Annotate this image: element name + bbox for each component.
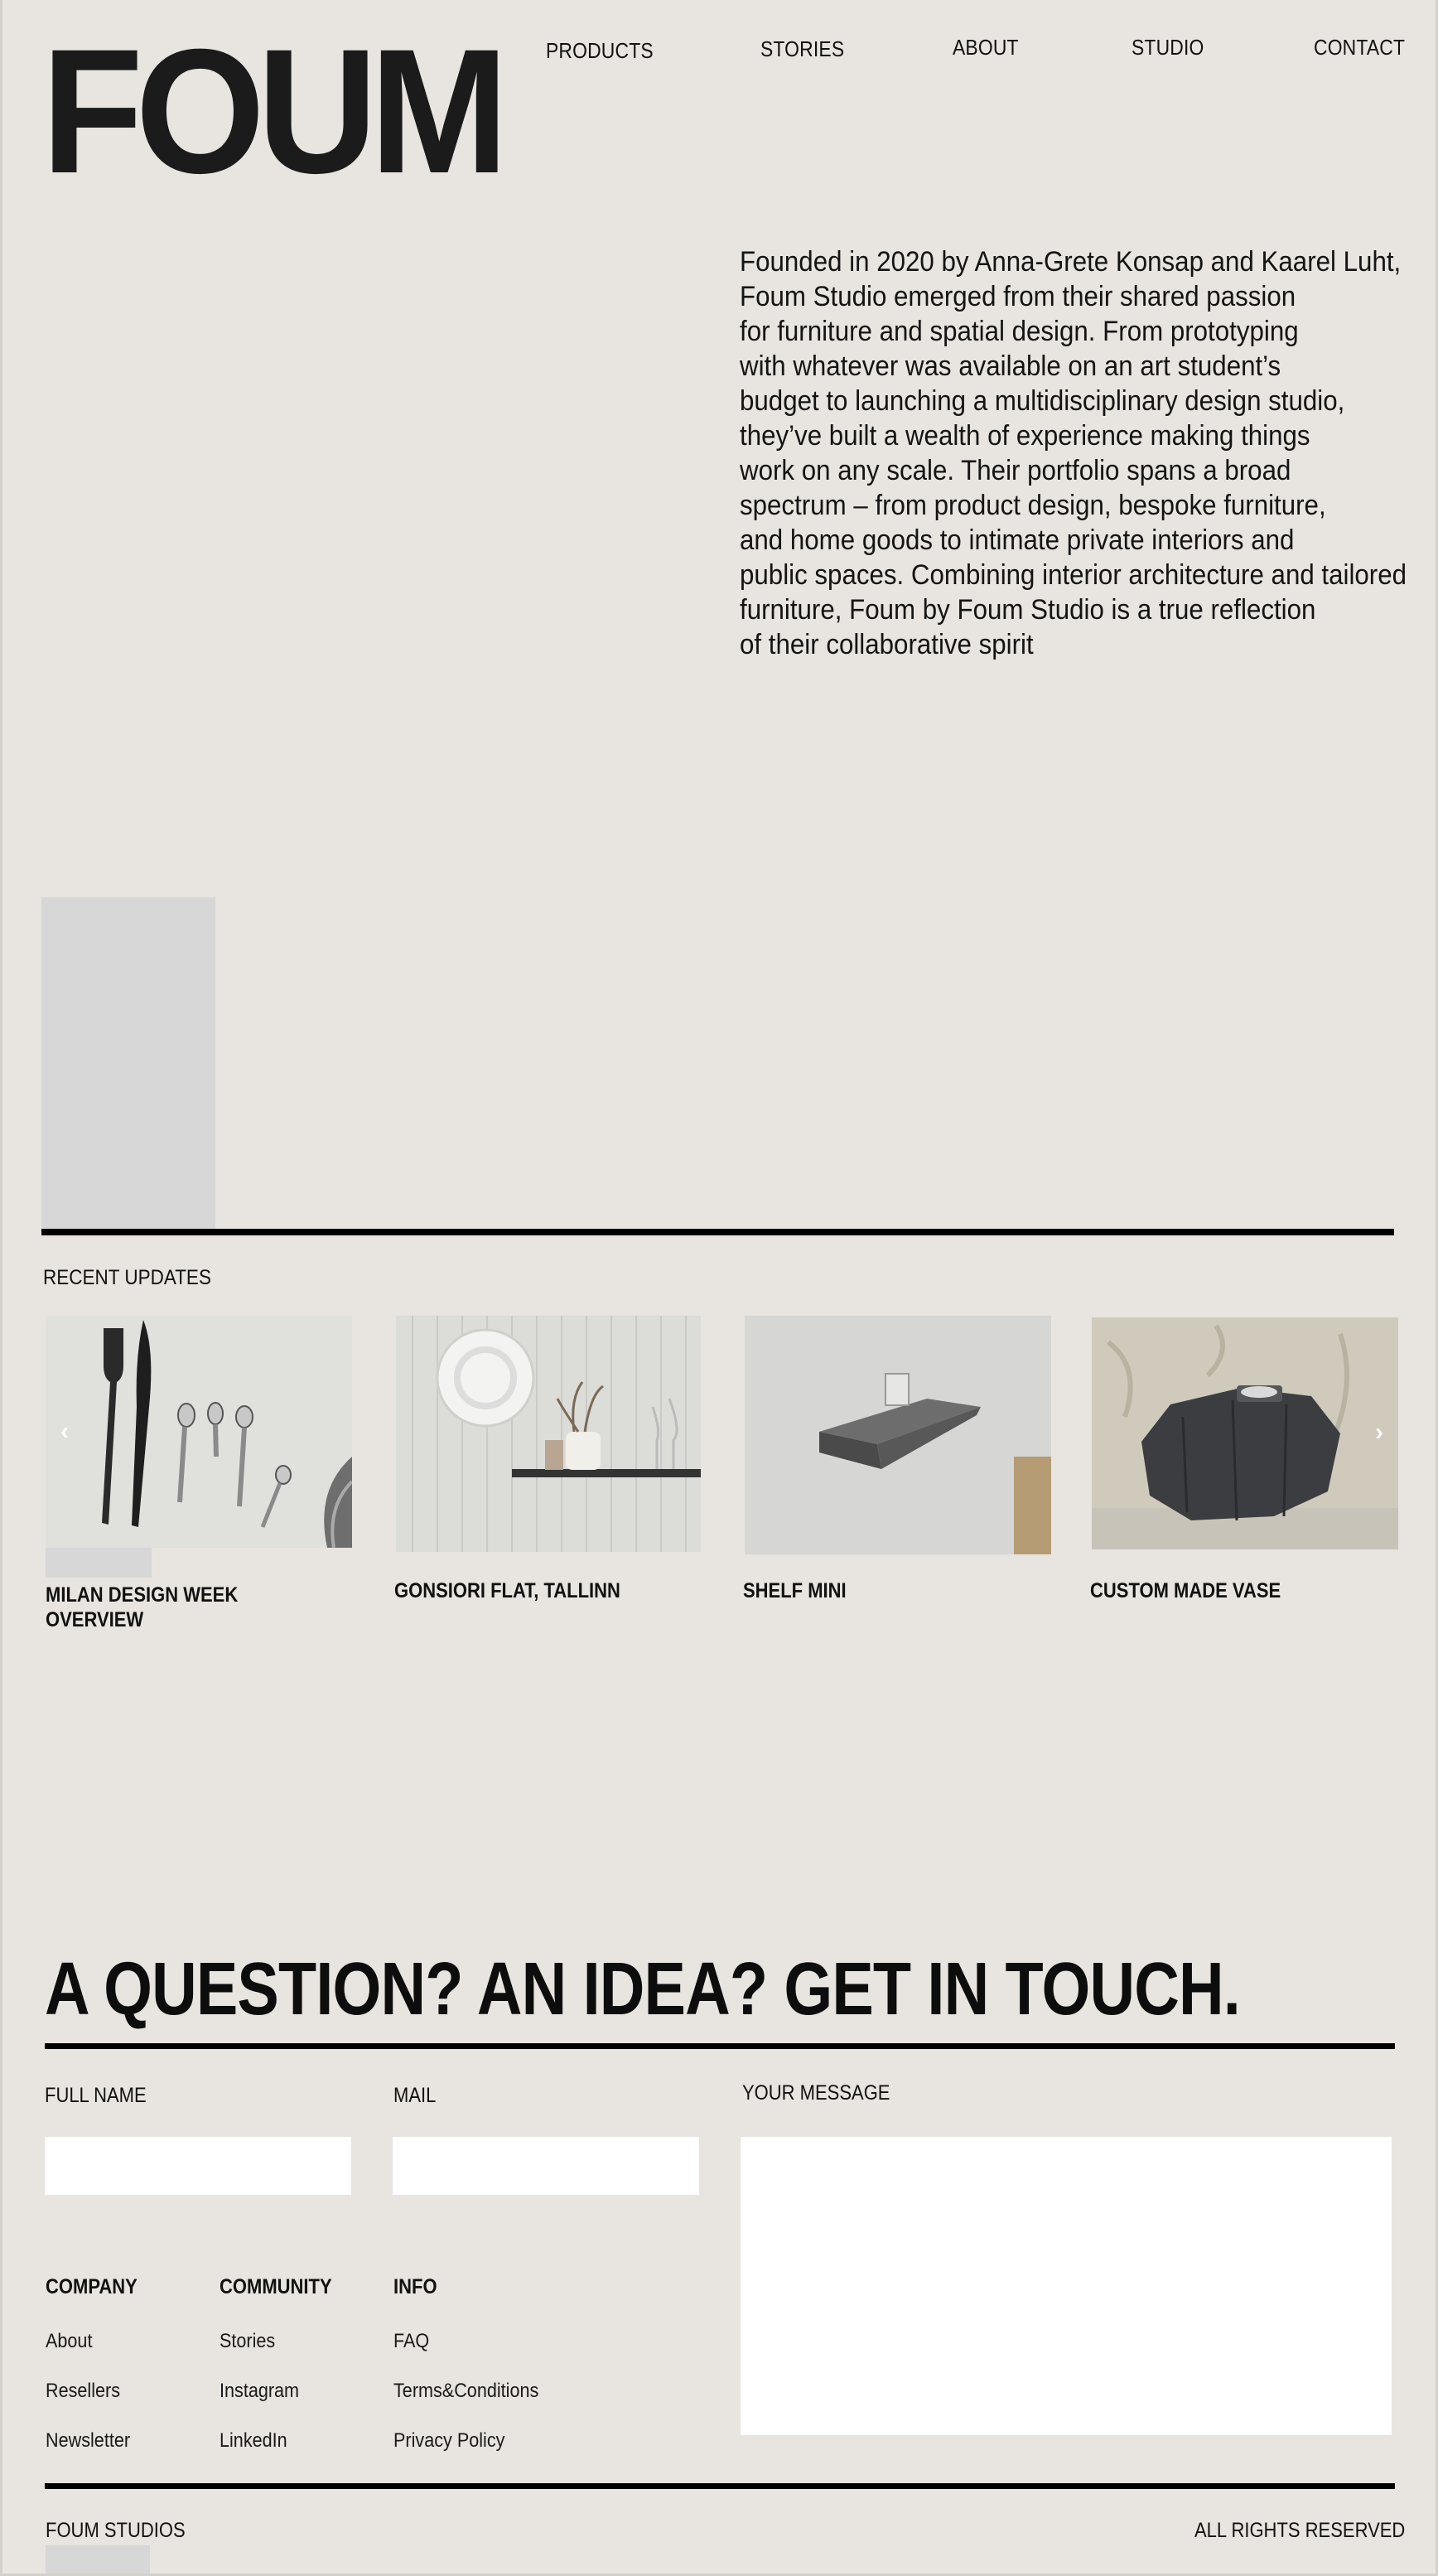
carousel-next-button[interactable]: › bbox=[1365, 1418, 1393, 1447]
footer-link-resellers[interactable]: Resellers bbox=[46, 2380, 120, 2403]
card-title-line: SHELF MINI bbox=[743, 1579, 847, 1602]
nav-about[interactable]: ABOUT bbox=[953, 35, 1019, 60]
mail-label: MAIL bbox=[393, 2084, 437, 2107]
card-title-line: GONSIORI FLAT, TALLINN bbox=[394, 1579, 620, 1602]
carousel-prev-button[interactable]: ‹ bbox=[51, 1418, 79, 1446]
intro-line: they’ve built a wealth of experience mak… bbox=[740, 420, 1310, 452]
footer-company-heading: COMPANY bbox=[46, 2275, 138, 2298]
mail-input[interactable] bbox=[393, 2137, 699, 2195]
recent-updates-label: RECENT UPDATES bbox=[43, 1266, 211, 1289]
footer-brand: FOUM STUDIOS bbox=[46, 2519, 186, 2542]
metal-shelf-photo bbox=[745, 1316, 1051, 1554]
card-title-line: MILAN DESIGN WEEK bbox=[46, 1583, 239, 1607]
stone-vase-photo bbox=[1092, 1317, 1398, 1549]
intro-line: spectrum – from product design, bespoke … bbox=[740, 490, 1326, 521]
intro-line: public spaces. Combining interior archit… bbox=[740, 559, 1407, 591]
image-placeholder bbox=[41, 897, 215, 1229]
nav-studio[interactable]: STUDIO bbox=[1132, 35, 1204, 60]
nav-products[interactable]: PRODUCTS bbox=[546, 38, 654, 64]
footer-placeholder bbox=[46, 2545, 150, 2574]
shelf-interior-photo bbox=[396, 1316, 701, 1552]
intro-line: work on any scale. Their portfolio spans… bbox=[740, 455, 1291, 486]
intro-line: for furniture and spatial design. From p… bbox=[740, 316, 1299, 347]
cutlery-photo bbox=[46, 1316, 352, 1548]
intro-line: with whatever was available on an art st… bbox=[740, 350, 1281, 382]
intro-line: Foum Studio emerged from their shared pa… bbox=[740, 281, 1296, 312]
footer-link-about[interactable]: About bbox=[46, 2330, 92, 2353]
card-title-line: CUSTOM MADE VASE bbox=[1090, 1579, 1281, 1602]
footer-rights: ALL RIGHTS RESERVED bbox=[1194, 2519, 1406, 2542]
full-name-input[interactable] bbox=[45, 2137, 351, 2195]
card-title-shelf-mini[interactable]: SHELF MINI bbox=[743, 1578, 847, 1603]
footer-divider bbox=[45, 2483, 1395, 2489]
intro-line: of their collaborative spirit bbox=[740, 629, 1034, 660]
card-image-shelf-mini[interactable] bbox=[745, 1316, 1051, 1554]
intro-line: Founded in 2020 by Anna-Grete Konsap and… bbox=[740, 246, 1402, 278]
section-divider bbox=[41, 1229, 1394, 1235]
card-image-cutlery[interactable]: ‹ bbox=[46, 1316, 352, 1548]
card-image-gonsiori[interactable] bbox=[396, 1316, 701, 1552]
footer-link-linkedin[interactable]: LinkedIn bbox=[220, 2429, 287, 2453]
intro-line: budget to launching a multidisciplinary … bbox=[740, 385, 1345, 417]
card-image-custom-vase[interactable]: › bbox=[1092, 1317, 1398, 1549]
message-input[interactable] bbox=[741, 2137, 1392, 2435]
footer-link-faq[interactable]: FAQ bbox=[393, 2330, 429, 2353]
footer-link-privacy[interactable]: Privacy Policy bbox=[393, 2429, 504, 2453]
card-label-placeholder bbox=[46, 1548, 152, 1578]
footer-link-stories[interactable]: Stories bbox=[220, 2330, 275, 2353]
card-title-milan[interactable]: MILAN DESIGN WEEK OVERVIEW bbox=[46, 1583, 238, 1632]
intro-line: furniture, Foum by Foum Studio is a true… bbox=[740, 594, 1316, 626]
intro-paragraph: Founded in 2020 by Anna-Grete Konsap and… bbox=[740, 244, 1418, 662]
main-nav: PRODUCTS STORIES ABOUT STUDIO CONTACT bbox=[0, 33, 1438, 66]
card-title-custom-vase[interactable]: CUSTOM MADE VASE bbox=[1090, 1578, 1281, 1603]
footer-info-heading: INFO bbox=[393, 2275, 437, 2298]
full-name-label: FULL NAME bbox=[45, 2084, 147, 2107]
contact-divider bbox=[45, 2043, 1395, 2049]
intro-line: and home goods to intimate private inter… bbox=[740, 524, 1295, 556]
nav-stories[interactable]: STORIES bbox=[760, 36, 844, 62]
footer-link-newsletter[interactable]: Newsletter bbox=[46, 2429, 130, 2453]
footer-link-instagram[interactable]: Instagram bbox=[220, 2380, 299, 2403]
footer-community-heading: COMMUNITY bbox=[220, 2275, 332, 2298]
card-title-gonsiori[interactable]: GONSIORI FLAT, TALLINN bbox=[394, 1578, 620, 1603]
footer-link-terms[interactable]: Terms&Conditions bbox=[393, 2380, 538, 2403]
contact-heading: A QUESTION? AN IDEA? GET IN TOUCH. bbox=[45, 1948, 1241, 2031]
message-label: YOUR MESSAGE bbox=[742, 2081, 890, 2105]
card-title-line: OVERVIEW bbox=[46, 1608, 144, 1631]
nav-contact[interactable]: CONTACT bbox=[1314, 35, 1405, 60]
